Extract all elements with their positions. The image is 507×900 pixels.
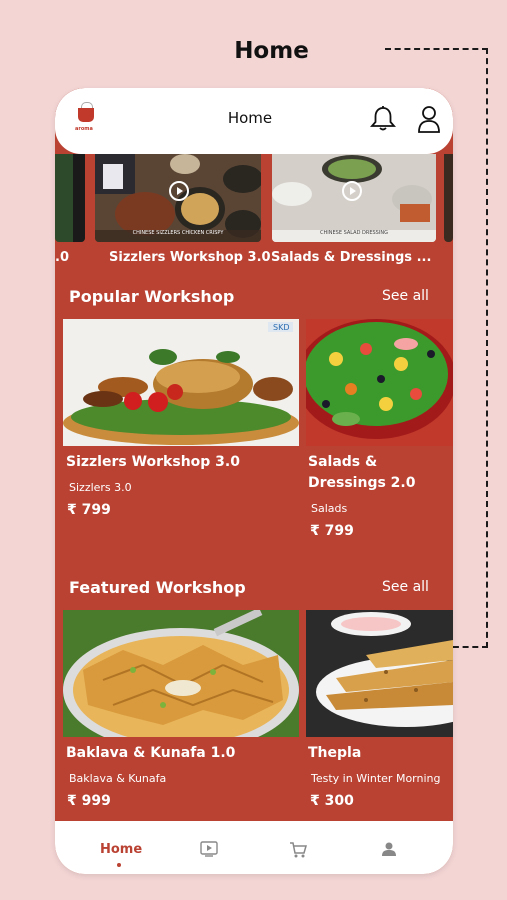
section-title-popular: Popular Workshop: [69, 287, 235, 306]
workshop-card-title[interactable]: Thepla: [308, 743, 453, 764]
svg-text:SKD: SKD: [273, 323, 289, 332]
workshop-card-image[interactable]: [306, 610, 453, 737]
bell-icon[interactable]: [369, 105, 397, 133]
section-title-featured: Featured Workshop: [69, 578, 246, 597]
workshop-card-title[interactable]: Sizzlers Workshop 3.0: [66, 452, 296, 473]
video-thumbnail[interactable]: CHINESE SALAD DRESSING: [272, 154, 436, 242]
phone-screen: aroma Home .0 CHINESE SIZZLERS CHICKEN C…: [55, 88, 453, 874]
cart-tab-icon[interactable]: [289, 841, 307, 859]
app-header: aroma Home: [55, 88, 453, 154]
video-caption: CHINESE SIZZLERS CHICKEN CRISPY: [132, 230, 224, 236]
workshop-card-subtitle: Sizzlers 3.0: [69, 481, 132, 494]
workshop-card-price: ₹ 799: [310, 523, 354, 539]
video-thumbnail[interactable]: [444, 154, 453, 242]
video-label: .0: [55, 250, 69, 265]
video-thumbnail[interactable]: [55, 154, 85, 242]
profile-tab-icon[interactable]: [381, 841, 397, 857]
bottom-navigation: Home: [55, 821, 453, 874]
see-all-popular-link[interactable]: See all: [382, 288, 429, 304]
workshop-card-image[interactable]: SKD: [63, 319, 299, 446]
workshop-card-image[interactable]: [63, 610, 299, 737]
nav-active-dot: [117, 863, 121, 867]
workshop-card-price: ₹ 999: [67, 793, 111, 809]
user-icon[interactable]: [417, 105, 441, 133]
video-thumbnail[interactable]: CHINESE SIZZLERS CHICKEN CRISPY: [95, 154, 261, 242]
nav-home-tab[interactable]: Home: [100, 842, 142, 857]
play-icon[interactable]: [342, 181, 362, 201]
workshop-card-price: ₹ 300: [310, 793, 354, 809]
workshop-card-title[interactable]: Salads & Dressings 2.0: [308, 452, 453, 494]
video-caption: CHINESE SALAD DRESSING: [320, 230, 388, 236]
see-all-featured-link[interactable]: See all: [382, 579, 429, 595]
play-icon[interactable]: [169, 181, 189, 201]
workshop-card-subtitle: Salads: [311, 502, 348, 515]
video-label: Salads & Dressings ...: [271, 250, 432, 265]
workshop-card-title[interactable]: Baklava & Kunafa 1.0: [66, 743, 296, 764]
video-label: Sizzlers Workshop 3.0: [109, 250, 271, 265]
workshop-card-subtitle: Testy in Winter Morning: [311, 772, 441, 785]
workshop-card-image[interactable]: [306, 319, 453, 446]
workshop-card-price: ₹ 799: [67, 502, 111, 518]
video-carousel[interactable]: .0 CHINESE SIZZLERS CHICKEN CRISPY Sizzl…: [55, 154, 453, 274]
video-tab-icon[interactable]: [200, 841, 218, 857]
workshop-card-subtitle: Baklava & Kunafa: [69, 772, 167, 785]
